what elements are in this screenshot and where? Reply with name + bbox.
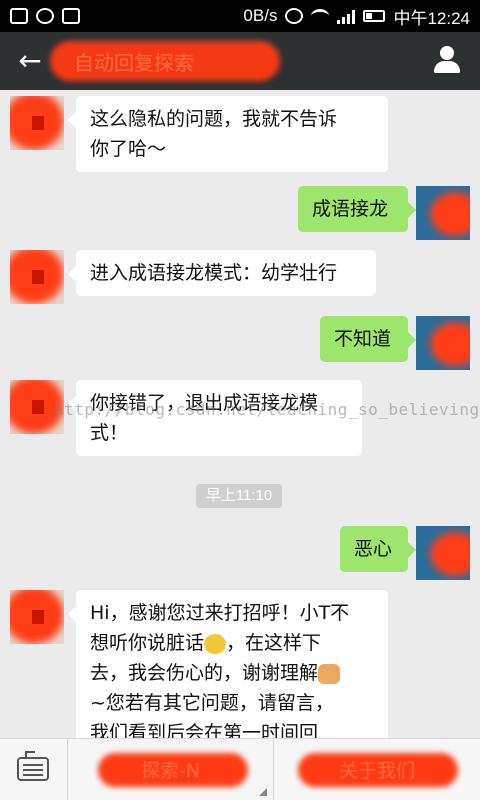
message-line: ~您若有其它问题，请留言，: [90, 692, 334, 714]
message-bubble-incoming[interactable]: 这么隐私的问题，我就不告诉 你了哈～: [68, 96, 388, 172]
image-icon: [62, 8, 80, 24]
profile-button[interactable]: [430, 44, 466, 78]
my-avatar[interactable]: [416, 526, 470, 580]
chat-title-label: 自动回复探索: [74, 50, 194, 75]
message-line: 式！: [90, 422, 129, 444]
status-right-icons: 0B/s 中午12:24: [243, 4, 470, 29]
message-text: 想听你说脏话: [90, 632, 205, 654]
title-bar: ← 自动回复探索: [0, 32, 480, 90]
wifi-icon: [311, 9, 330, 23]
bike-icon: [36, 8, 54, 24]
message-line: 你了哈～: [90, 138, 167, 160]
chick-emoji-icon: [204, 633, 227, 654]
bot-avatar[interactable]: [10, 250, 64, 304]
message-bubble-outgoing[interactable]: 恶心: [340, 526, 416, 572]
message-bubble-incoming[interactable]: 进入成语接龙模式：幼学壮行: [68, 250, 376, 296]
menu-button-about[interactable]: 关于我们: [274, 739, 480, 800]
signal-icon: [337, 8, 356, 24]
keyboard-toggle-button[interactable]: [0, 739, 68, 800]
my-avatar[interactable]: [416, 316, 470, 370]
back-arrow-icon: ←: [18, 44, 42, 77]
timestamp: 早上11:10: [196, 484, 282, 508]
bottom-menu-bar: 探索-N 关于我们: [0, 738, 480, 800]
screenshot-icon: [10, 8, 28, 24]
menu-label: 关于我们: [338, 760, 415, 782]
message-line: 这么隐私的问题，我就不告诉: [90, 108, 338, 130]
alarm-icon: [285, 8, 304, 24]
net-speed: 0B/s: [243, 6, 278, 25]
clock: 中午12:24: [393, 8, 470, 28]
submenu-indicator-icon: [259, 788, 267, 796]
my-avatar[interactable]: [416, 186, 470, 240]
message-bubble-incoming[interactable]: Hi，感谢您过来打招呼！小T不 想听你说脏话 ，在这样下 去，我会伤心的，谢谢理解…: [68, 590, 388, 738]
bot-avatar[interactable]: [10, 96, 64, 150]
battery-icon: [363, 10, 386, 22]
message-text: 成语接龙: [312, 198, 389, 220]
status-left-icons: [10, 8, 80, 24]
message-text: 恶心: [354, 538, 393, 560]
chat-title: 自动回复探索: [50, 40, 280, 82]
message-bubble-outgoing[interactable]: 成语接龙: [298, 186, 416, 232]
chat-area[interactable]: 这么隐私的问题，我就不告诉 你了哈～ 成语接龙 进入成语接龙模式：幼学壮行 不知…: [0, 90, 480, 738]
message-line: 我们看到后会在第一时间回: [90, 722, 319, 738]
message-line-with-emoji: 想听你说脏话 ，在这样下: [90, 628, 374, 658]
menu-label: 探索-N: [140, 760, 201, 782]
message-text: ，在这样下: [226, 632, 322, 654]
message-line: Hi，感谢您过来打招呼！小T不: [90, 602, 350, 624]
message-line-with-emoji: 去，我会伤心的，谢谢理解: [90, 658, 374, 688]
keyboard-icon: [17, 751, 49, 781]
menu-button-explore[interactable]: 探索-N: [68, 739, 274, 800]
message-line: 进入成语接龙模式：幼学壮行: [90, 262, 338, 284]
bot-avatar[interactable]: [10, 590, 64, 644]
status-bar: 0B/s 中午12:24: [0, 0, 480, 32]
handshake-emoji-icon: [318, 663, 341, 684]
watermark: http://blog.csdn.net/teaching_so_believi…: [54, 400, 480, 419]
message-text: 不知道: [334, 328, 392, 350]
message-bubble-outgoing[interactable]: 不知道: [320, 316, 416, 362]
message-text: 去，我会伤心的，谢谢理解: [90, 662, 319, 684]
